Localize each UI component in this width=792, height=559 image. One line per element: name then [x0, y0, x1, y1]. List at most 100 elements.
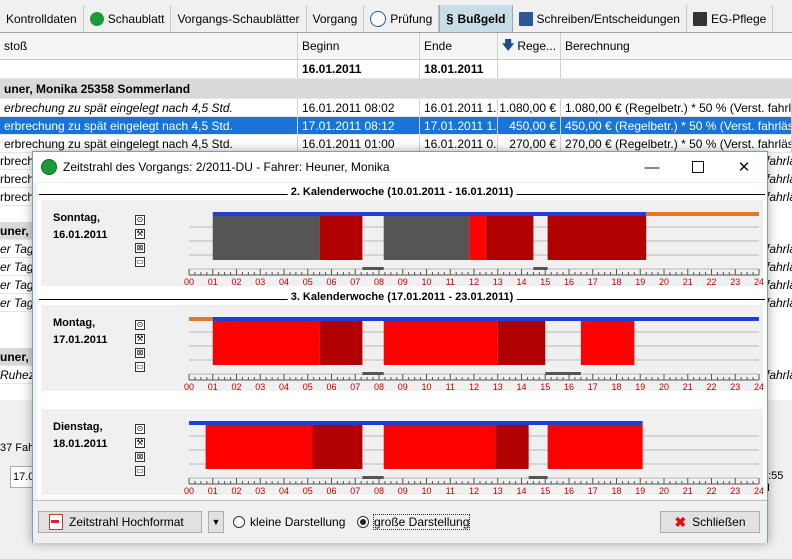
- cell-text: erbrechung zu spät eingelegt nach 4,5 St…: [0, 135, 298, 152]
- hour-label: 14: [516, 486, 526, 495]
- hour-label: 16: [564, 277, 574, 286]
- filter-end[interactable]: 18.01.2011: [420, 59, 498, 78]
- hour-label: 14: [516, 382, 526, 391]
- column-header-regelbetrag[interactable]: 🡇 Rege...: [498, 33, 561, 59]
- group-header-driver[interactable]: uner, Monika 25358 Sommerland: [0, 79, 792, 99]
- column-header-ende[interactable]: Ende: [420, 33, 498, 59]
- activity-block: [547, 425, 643, 469]
- status-line: [189, 421, 643, 425]
- hour-label: 19: [635, 486, 645, 495]
- hour-label: 01: [208, 382, 218, 391]
- hour-label: 11: [446, 486, 455, 495]
- hour-label: 22: [706, 486, 716, 495]
- hour-label: 07: [350, 277, 360, 286]
- tab-bußgeld[interactable]: § Bußgeld: [439, 5, 513, 32]
- activity-block: [319, 216, 363, 260]
- paragraph-icon: §: [446, 11, 454, 26]
- activity-block: [319, 321, 363, 365]
- minimize-button[interactable]: —: [629, 152, 675, 182]
- tab-schreiben-entscheidungen[interactable]: Schreiben/Entscheidungen: [513, 5, 687, 32]
- activity-block: [580, 321, 635, 365]
- cell-begin: 16.01.2011 01:00: [298, 135, 420, 152]
- timeline-format-button[interactable]: Zeitstrahl Hochformat: [38, 511, 202, 533]
- hour-label: 07: [350, 486, 360, 495]
- stopwatch-icon: [370, 10, 387, 27]
- filter-begin[interactable]: 16.01.2011: [298, 59, 420, 78]
- day-timeline: Montag, 17.01.2011 ⊙ ⚒ ⊠ ▭ 00 01 02 03 04 05 06 07 08 0…: [41, 305, 763, 391]
- hidden-cell-fragment: fahrlässi: [766, 190, 792, 204]
- radio-large-dot: [357, 516, 369, 528]
- cell-begin: 17.01.2011 08:12: [298, 117, 420, 134]
- tab-label: Kontrolldaten: [6, 11, 77, 26]
- tab-vorgang[interactable]: Vorgang: [307, 5, 365, 32]
- hour-label: 09: [398, 382, 408, 391]
- hour-label: 01: [208, 486, 218, 495]
- hour-label: 19: [635, 382, 645, 391]
- tab-eg-pflege[interactable]: EG-Pflege: [687, 5, 774, 32]
- detail-field[interactable]: 17.0: [10, 466, 34, 488]
- dialog-title: Zeitstrahl des Vorgangs: 2/2011-DU - Fah…: [63, 160, 390, 174]
- hour-label: 13: [493, 382, 503, 391]
- hour-label: 10: [421, 486, 431, 495]
- hour-label: 17: [588, 382, 598, 391]
- hour-label: 12: [469, 486, 479, 495]
- table-row[interactable]: erbrechung zu spät eingelegt nach 4,5 St…: [0, 99, 792, 117]
- hour-label: 13: [493, 486, 503, 495]
- timeline-dialog: Zeitstrahl des Vorgangs: 2/2011-DU - Fah…: [32, 151, 768, 543]
- hour-label: 24: [754, 382, 763, 391]
- radio-large-view[interactable]: große Darstellung: [357, 514, 471, 530]
- hour-label: 15: [540, 486, 550, 495]
- table-row[interactable]: erbrechung zu spät eingelegt nach 4,5 St…: [0, 117, 792, 135]
- hour-label: 07: [350, 382, 360, 391]
- format-dropdown-button[interactable]: ▼: [208, 511, 224, 533]
- status-line: [212, 212, 647, 216]
- activity-block: [383, 425, 496, 469]
- cell-calc: 450,00 € (Regelbetr.) * 50 % (Verst. fah…: [561, 117, 792, 134]
- tab-label: Prüfung: [390, 11, 433, 26]
- tab-schaublatt[interactable]: Schaublatt: [84, 5, 172, 32]
- hour-label: 05: [303, 277, 313, 286]
- dialog-titlebar[interactable]: Zeitstrahl des Vorgangs: 2/2011-DU - Fah…: [33, 152, 767, 182]
- activity-block: [485, 216, 534, 260]
- activity-block: [205, 425, 313, 469]
- hour-label: 03: [255, 277, 265, 286]
- hour-label: 11: [446, 277, 455, 286]
- tab-prüfung[interactable]: Prüfung: [364, 5, 440, 32]
- hour-label: 06: [326, 382, 336, 391]
- tab-kontrolldaten[interactable]: Kontrolldaten: [0, 5, 84, 32]
- hour-label: 06: [326, 486, 336, 495]
- tab-vorgangs-schaublätter[interactable]: Vorgangs-Schaublätter: [171, 5, 307, 32]
- chevron-down-icon: ▼: [211, 517, 221, 527]
- column-header-beginn[interactable]: Beginn: [298, 33, 420, 59]
- minimize-icon: —: [644, 158, 660, 176]
- maximize-button[interactable]: [675, 152, 721, 182]
- cell-amount: 1.080,00 €: [498, 99, 561, 116]
- activity-block: [497, 321, 546, 365]
- hour-label: 04: [279, 486, 289, 495]
- activity-block: [469, 216, 486, 260]
- close-button[interactable]: ✖ Schließen: [660, 511, 760, 533]
- hour-label: 20: [659, 382, 669, 391]
- hour-label: 03: [255, 486, 265, 495]
- close-window-button[interactable]: ✕: [721, 152, 767, 182]
- hour-label: 23: [730, 486, 740, 495]
- hour-label: 15: [540, 382, 550, 391]
- hour-label: 12: [469, 382, 479, 391]
- activity-block: [362, 372, 384, 375]
- cell-end: 17.01.2011 1...: [420, 117, 498, 134]
- column-header-berechnung[interactable]: Berechnung: [561, 33, 792, 59]
- hour-label: 18: [611, 277, 621, 286]
- status-line: [189, 317, 213, 321]
- hour-label: 02: [231, 382, 241, 391]
- activity-block: [212, 216, 320, 260]
- filter-row: 16.01.2011 18.01.2011: [0, 59, 792, 79]
- cell-end: 16.01.2011 1...: [420, 99, 498, 116]
- status-line: [212, 317, 759, 321]
- column-header-verstoss[interactable]: stoß: [0, 33, 298, 59]
- cell-text: erbrechung zu spät eingelegt nach 4,5 St…: [0, 117, 298, 134]
- hour-label: 17: [588, 277, 598, 286]
- hour-label: 18: [611, 486, 621, 495]
- radio-small-view[interactable]: kleine Darstellung: [233, 515, 345, 529]
- cell-end: 16.01.2011 0...: [420, 135, 498, 152]
- cell-text: erbrechung zu spät eingelegt nach 4,5 St…: [0, 99, 298, 116]
